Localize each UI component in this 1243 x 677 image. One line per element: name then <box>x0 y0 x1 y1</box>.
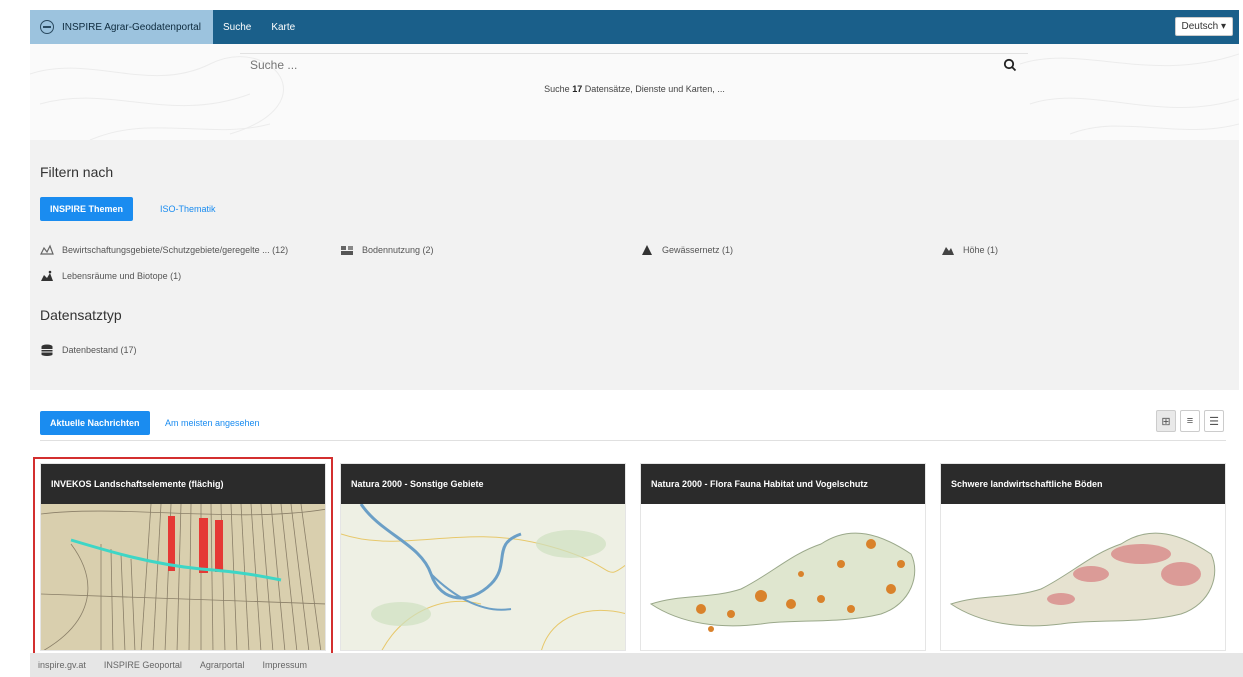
news-card-schwere-boeden[interactable]: Schwere landwirtschaftliche Böden <box>940 463 1226 651</box>
protected-areas-icon <box>40 244 54 255</box>
search-hint: Suche 17 Datensätze, Dienste und Karten,… <box>544 84 725 94</box>
tabs-divider <box>40 440 1226 441</box>
facet-datenbestand[interactable]: Datenbestand (17) <box>40 344 137 356</box>
footer-link-agrarportal[interactable]: Agrarportal <box>200 660 245 670</box>
footer-link-geoportal[interactable]: INSPIRE Geoportal <box>104 660 182 670</box>
language-select[interactable]: Deutsch ▾ <box>1174 17 1233 36</box>
type-heading: Datensatztyp <box>40 307 122 323</box>
dataset-count: 17 <box>572 84 583 94</box>
card-title: Natura 2000 - Flora Fauna Habitat und Vo… <box>641 464 925 504</box>
search-icon[interactable] <box>1003 58 1017 72</box>
brand-title: INSPIRE Agrar-Geodatenportal <box>62 21 201 33</box>
natura-ffh-map-thumbnail <box>641 504 925 650</box>
nav-link-karte[interactable]: Karte <box>261 22 305 33</box>
view-list-button[interactable]: ≡ <box>1180 410 1200 432</box>
filter-heading: Filtern nach <box>40 164 114 180</box>
card-title: Schwere landwirtschaftliche Böden <box>941 464 1225 504</box>
nav-link-suche[interactable]: Suche <box>213 22 261 33</box>
land-use-icon <box>341 246 353 255</box>
view-compact-button[interactable]: ☰ <box>1204 410 1224 432</box>
tab-iso-thematik[interactable]: ISO-Thematik <box>150 197 226 221</box>
habitats-icon <box>41 270 53 281</box>
footer-link-inspire[interactable]: inspire.gv.at <box>38 660 86 670</box>
hydrography-icon <box>642 245 652 255</box>
elevation-icon <box>942 247 954 255</box>
search-hero: Suche 17 Datensätze, Dienste und Karten,… <box>30 44 1239 140</box>
view-grid-button[interactable]: ⊞ <box>1156 410 1176 432</box>
top-navbar: INSPIRE Agrar-Geodatenportal Suche Karte… <box>30 10 1239 44</box>
news-card-natura-sonstige[interactable]: Natura 2000 - Sonstige Gebiete <box>340 463 626 651</box>
facet-lebensraeume[interactable]: Lebensräume und Biotope (1) <box>40 270 181 282</box>
facet-protected-areas[interactable]: Bewirtschaftungsgebiete/Schutzgebiete/ge… <box>40 244 288 256</box>
search-divider <box>240 53 1028 54</box>
tab-inspire-themen[interactable]: INSPIRE Themen <box>40 197 134 221</box>
footer: inspire.gv.at INSPIRE Geoportal Agrarpor… <box>30 653 1243 677</box>
facet-bodennutzung[interactable]: Bodennutzung (2) <box>340 244 434 256</box>
schwere-boeden-map-thumbnail <box>941 504 1225 650</box>
card-title: Natura 2000 - Sonstige Gebiete <box>341 464 625 504</box>
search-input[interactable] <box>250 58 950 72</box>
database-icon <box>41 344 53 356</box>
globe-logo-icon <box>40 20 54 34</box>
tab-aktuelle-nachrichten[interactable]: Aktuelle Nachrichten <box>40 411 150 435</box>
tab-am-meisten-angesehen[interactable]: Am meisten angesehen <box>155 411 270 435</box>
natura-sonstige-map-thumbnail <box>341 504 625 650</box>
filter-panel: Filtern nach INSPIRE Themen ISO-Thematik… <box>30 140 1239 390</box>
brand-link[interactable]: INSPIRE Agrar-Geodatenportal <box>30 10 213 44</box>
facet-hoehe[interactable]: Höhe (1) <box>941 244 998 256</box>
facet-gewaessernetz[interactable]: Gewässernetz (1) <box>640 244 733 256</box>
selection-highlight <box>33 457 333 662</box>
footer-link-impressum[interactable]: Impressum <box>262 660 307 670</box>
news-card-natura-ffh[interactable]: Natura 2000 - Flora Fauna Habitat und Vo… <box>640 463 926 651</box>
